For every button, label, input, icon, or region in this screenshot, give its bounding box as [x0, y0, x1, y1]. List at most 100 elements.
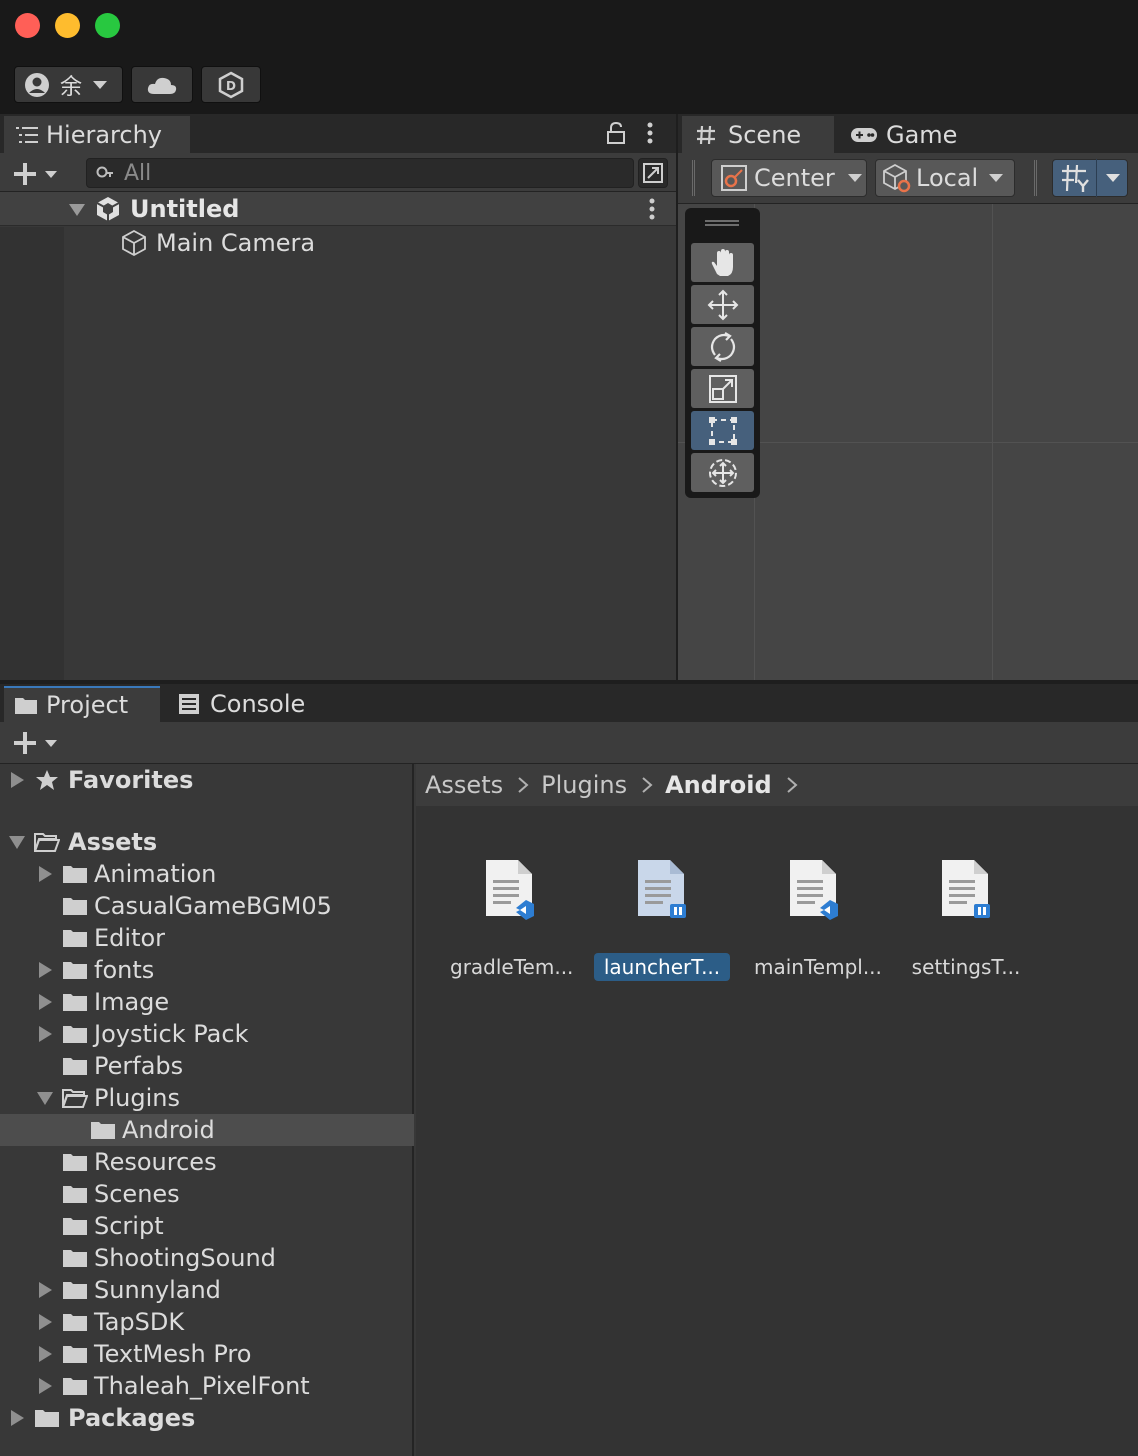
gamepad-icon: [851, 127, 877, 142]
expand-arrow-right-icon[interactable]: [36, 1025, 54, 1043]
search-placeholder: All: [124, 160, 152, 186]
text-file-icon: [486, 860, 534, 920]
tab-project[interactable]: Project: [4, 686, 160, 722]
tree-item-perfabs[interactable]: Perfabs: [0, 1050, 414, 1082]
transform-tool-button[interactable]: [691, 453, 754, 492]
tree-item-favorites[interactable]: Favorites: [0, 764, 414, 796]
expand-arrow-right-icon[interactable]: [36, 1345, 54, 1363]
rotate-tool-icon: [710, 331, 735, 362]
project-folder-tree: Favorites Assets Animation CasualGameBGM05 E…: [0, 764, 414, 1456]
toolbar-grip[interactable]: [692, 160, 695, 196]
expand-arrow-right-icon[interactable]: [36, 1281, 54, 1299]
pivot-mode-dropdown[interactable]: Center: [711, 159, 867, 197]
breadcrumb-item[interactable]: Plugins: [541, 771, 627, 799]
scene-more-icon[interactable]: [648, 198, 656, 222]
folder-icon: [91, 1122, 115, 1139]
chevron-right-icon: [642, 777, 653, 793]
breadcrumb-item[interactable]: Android: [665, 771, 772, 799]
tree-item-packages[interactable]: Packages: [0, 1402, 414, 1434]
search-popout-button[interactable]: [638, 158, 668, 188]
expand-arrow-right-icon[interactable]: [8, 1409, 26, 1427]
expand-arrow-right-icon[interactable]: [36, 1377, 54, 1395]
pivot-label: Center: [754, 164, 835, 192]
close-window-button[interactable]: [15, 13, 40, 38]
scale-tool-button[interactable]: [691, 369, 754, 408]
account-button[interactable]: 余: [14, 66, 123, 103]
tree-item-assets[interactable]: Assets: [0, 826, 414, 858]
expand-arrow-down-icon[interactable]: [8, 833, 26, 851]
expand-arrow-right-icon[interactable]: [36, 993, 54, 1011]
tree-item-resources[interactable]: Resources: [0, 1146, 414, 1178]
tree-item-casualgamebgm05[interactable]: CasualGameBGM05: [0, 890, 414, 922]
cloud-icon: [147, 77, 177, 94]
tree-item-thaleah-pixelfont[interactable]: Thaleah_PixelFont: [0, 1370, 414, 1402]
expand-arrow-right-icon[interactable]: [36, 865, 54, 883]
tree-item-shootingsound[interactable]: ShootingSound: [0, 1242, 414, 1274]
tree-item-image[interactable]: Image: [0, 986, 414, 1018]
expand-arrow-right-icon[interactable]: [36, 961, 54, 979]
maximize-window-button[interactable]: [95, 13, 120, 38]
tab-hierarchy[interactable]: Hierarchy: [4, 116, 190, 153]
cloud-button[interactable]: [131, 66, 193, 103]
hierarchy-search-field[interactable]: All: [86, 158, 634, 188]
grid-snap-toggle[interactable]: [1052, 159, 1128, 197]
tree-item-tapsdk[interactable]: TapSDK: [0, 1306, 414, 1338]
hierarchy-item-main-camera[interactable]: Main Camera: [64, 227, 676, 259]
move-tool-icon: [707, 289, 738, 320]
breadcrumb: Assets Plugins Android: [416, 764, 1138, 806]
folder-icon: [63, 1378, 87, 1395]
tree-item-label: Resources: [94, 1148, 217, 1176]
console-tab-label: Console: [210, 690, 306, 718]
tree-item-editor[interactable]: Editor: [0, 922, 414, 954]
expand-arrow-right-icon[interactable]: [36, 1313, 54, 1331]
tab-game[interactable]: Game: [838, 116, 988, 153]
lock-icon[interactable]: [606, 122, 626, 144]
arrow-spacer: [36, 1249, 54, 1267]
minimize-window-button[interactable]: [55, 13, 80, 38]
folder-icon: [63, 1250, 87, 1267]
tree-item-sunnyland[interactable]: Sunnyland: [0, 1274, 414, 1306]
breadcrumb-item[interactable]: Assets: [425, 771, 503, 799]
tree-item-android[interactable]: Android: [0, 1114, 414, 1146]
rect-tool-button[interactable]: [691, 411, 754, 450]
expand-arrow-down-icon[interactable]: [36, 1089, 54, 1107]
tree-item-script[interactable]: Script: [0, 1210, 414, 1242]
tree-item-joystick-pack[interactable]: Joystick Pack: [0, 1018, 414, 1050]
tree-item-animation[interactable]: Animation: [0, 858, 414, 890]
transform-tool-icon: [708, 458, 737, 487]
rotate-tool-button[interactable]: [691, 327, 754, 366]
move-tool-button[interactable]: [691, 285, 754, 324]
popout-icon: [643, 163, 663, 183]
folder-icon: [63, 962, 87, 979]
tree-item-label: Script: [94, 1212, 164, 1240]
asset-item[interactable]: launcherT...: [592, 858, 732, 981]
text-file-icon: [638, 860, 686, 918]
tree-item-label: Thaleah_PixelFont: [94, 1372, 310, 1400]
more-vertical-icon[interactable]: [646, 122, 654, 146]
asset-item[interactable]: mainTempl...: [744, 858, 884, 981]
folder-icon: [63, 1282, 87, 1299]
asset-item[interactable]: settingsT...: [896, 858, 1036, 981]
project-create-button[interactable]: [12, 730, 58, 756]
collab-button[interactable]: D: [201, 66, 261, 103]
hand-tool-button[interactable]: [691, 243, 754, 282]
arrow-spacer: [36, 897, 54, 915]
toolbar-grip[interactable]: [1034, 160, 1037, 196]
tree-item-plugins[interactable]: Plugins: [0, 1082, 414, 1114]
pivot-space-dropdown[interactable]: Local: [875, 159, 1015, 197]
asset-item[interactable]: gradleTem...: [440, 858, 580, 981]
tree-item-scenes[interactable]: Scenes: [0, 1178, 414, 1210]
palette-grip[interactable]: [705, 220, 739, 226]
chevron-right-icon[interactable]: [786, 776, 798, 794]
expand-arrow-down-icon[interactable]: [68, 203, 86, 217]
tree-item-fonts[interactable]: fonts: [0, 954, 414, 986]
expand-arrow-right-icon[interactable]: [8, 771, 26, 789]
create-button[interactable]: [12, 161, 58, 187]
tab-console[interactable]: Console: [164, 686, 324, 722]
folder-icon: [63, 1058, 87, 1075]
project-toolbar: [0, 722, 1138, 764]
tool-palette: [685, 208, 760, 498]
tab-scene[interactable]: Scene: [682, 116, 834, 153]
tree-item-textmesh-pro[interactable]: TextMesh Pro: [0, 1338, 414, 1370]
arrow-spacer: [36, 1185, 54, 1203]
